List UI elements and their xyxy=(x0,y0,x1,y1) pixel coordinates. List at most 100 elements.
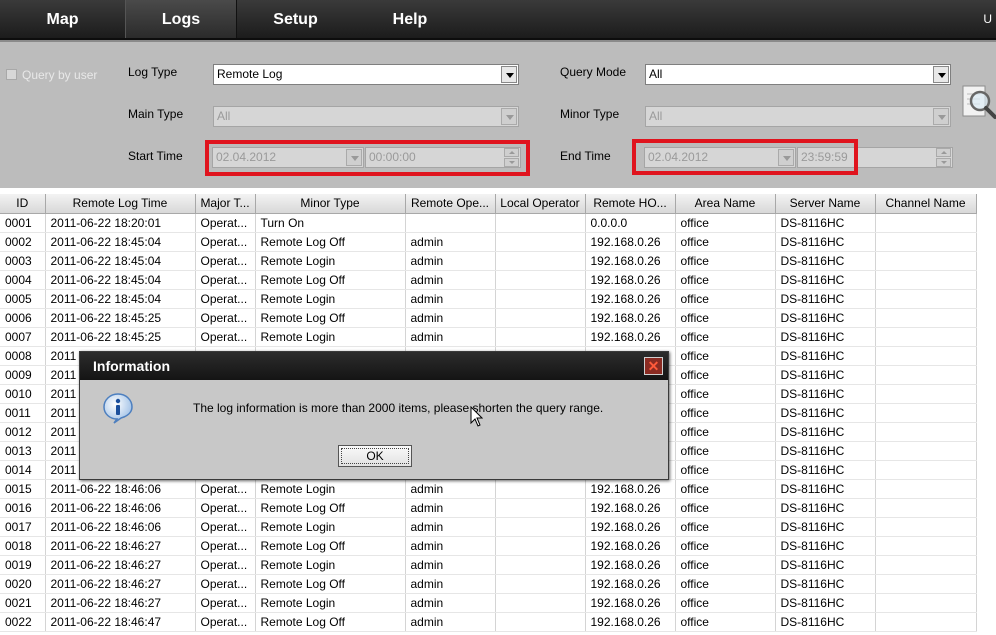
table-cell xyxy=(875,289,977,309)
table-cell: Remote Login xyxy=(255,517,406,537)
table-cell xyxy=(495,308,586,328)
table-row[interactable]: 0019 2011-06-22 18:46:27 Operat... Remote L… xyxy=(0,555,977,575)
minor-type-select[interactable]: All xyxy=(645,106,951,127)
table-cell xyxy=(495,479,586,499)
ok-button[interactable]: OK xyxy=(338,445,412,467)
query-panel: Query by user Log Type Remote Log Query … xyxy=(0,40,996,188)
chevron-down-icon[interactable] xyxy=(933,66,949,83)
nav-tab-map[interactable]: Map xyxy=(0,0,125,38)
table-cell xyxy=(875,536,977,556)
query-mode-select[interactable]: All xyxy=(645,64,951,85)
column-header[interactable]: ID xyxy=(0,194,46,214)
table-cell: DS-8116HC xyxy=(775,574,876,594)
nav-tab-help[interactable]: Help xyxy=(354,0,466,38)
table-cell: 0016 xyxy=(0,498,46,518)
query-by-user-checkbox[interactable] xyxy=(6,69,17,80)
table-cell: admin xyxy=(405,479,496,499)
column-header[interactable]: Server Name xyxy=(775,194,876,214)
table-row[interactable]: 0017 2011-06-22 18:46:06 Operat... Remote L… xyxy=(0,517,977,537)
table-cell: 2011-06-22 18:45:04 xyxy=(45,270,196,290)
table-cell: 192.168.0.26 xyxy=(585,536,676,556)
column-header[interactable]: Remote Log Time xyxy=(45,194,196,214)
table-row[interactable]: 0006 2011-06-22 18:45:25 Operat... Remote L… xyxy=(0,308,977,328)
table-cell: 192.168.0.26 xyxy=(585,289,676,309)
column-header[interactable]: Remote HO... xyxy=(585,194,676,214)
table-row[interactable]: 0007 2011-06-22 18:45:25 Operat... Remote L… xyxy=(0,327,977,347)
nav-tab-setup[interactable]: Setup xyxy=(237,0,354,38)
table-cell: DS-8116HC xyxy=(775,479,876,499)
table-cell: 0004 xyxy=(0,270,46,290)
table-cell: 0.0.0.0 xyxy=(585,213,676,233)
table-cell: 2011-06-22 18:45:25 xyxy=(45,327,196,347)
table-cell: 192.168.0.26 xyxy=(585,327,676,347)
table-cell xyxy=(495,498,586,518)
table-cell: office xyxy=(675,403,776,423)
dialog-message: The log information is more than 2000 it… xyxy=(193,401,604,415)
table-row[interactable]: 0015 2011-06-22 18:46:06 Operat... Remote L… xyxy=(0,479,977,499)
table-row[interactable]: 0021 2011-06-22 18:46:27 Operat... Remote L… xyxy=(0,593,977,613)
table-row[interactable]: 0016 2011-06-22 18:46:06 Operat... Remote L… xyxy=(0,498,977,518)
table-cell: 2011-06-22 18:46:47 xyxy=(45,612,196,632)
nav-tab-logs[interactable]: Logs xyxy=(125,0,237,38)
table-cell xyxy=(875,232,977,252)
table-row[interactable]: 0005 2011-06-22 18:45:04 Operat... Remote L… xyxy=(0,289,977,309)
table-cell xyxy=(875,365,977,385)
column-header[interactable]: Major T... xyxy=(195,194,256,214)
column-header[interactable]: Remote Ope... xyxy=(405,194,496,214)
table-cell: office xyxy=(675,555,776,575)
table-cell: office xyxy=(675,593,776,613)
table-cell: Operat... xyxy=(195,574,256,594)
column-header[interactable]: Minor Type xyxy=(255,194,406,214)
table-cell: office xyxy=(675,365,776,385)
chevron-down-icon xyxy=(933,108,949,125)
table-cell: 192.168.0.26 xyxy=(585,232,676,252)
table-cell: 0001 xyxy=(0,213,46,233)
table-cell: admin xyxy=(405,289,496,309)
table-cell: admin xyxy=(405,270,496,290)
table-cell: DS-8116HC xyxy=(775,612,876,632)
log-type-select[interactable]: Remote Log xyxy=(213,64,519,85)
chevron-down-icon[interactable] xyxy=(501,66,517,83)
table-row[interactable]: 0002 2011-06-22 18:45:04 Operat... Remote L… xyxy=(0,232,977,252)
column-header[interactable]: Local Operator xyxy=(495,194,586,214)
top-navigation-bar: Map Logs Setup Help U xyxy=(0,0,996,40)
table-cell xyxy=(495,213,586,233)
table-cell: 2011-06-22 18:46:27 xyxy=(45,574,196,594)
table-cell: DS-8116HC xyxy=(775,327,876,347)
query-mode-label: Query Mode xyxy=(560,65,627,79)
table-cell: 0021 xyxy=(0,593,46,613)
log-type-value: Remote Log xyxy=(217,67,283,81)
table-row[interactable]: 0001 2011-06-22 18:20:01 Operat... Turn On 0… xyxy=(0,213,977,233)
table-cell: Operat... xyxy=(195,289,256,309)
table-cell: office xyxy=(675,612,776,632)
close-icon[interactable]: ✕ xyxy=(644,357,663,375)
table-row[interactable]: 0004 2011-06-22 18:45:04 Operat... Remote L… xyxy=(0,270,977,290)
column-header[interactable]: Channel Name xyxy=(875,194,977,214)
main-type-select[interactable]: All xyxy=(213,106,519,127)
spin-down-icon xyxy=(936,158,951,167)
start-time-label: Start Time xyxy=(128,149,183,163)
table-cell xyxy=(495,517,586,537)
table-cell: 0019 xyxy=(0,555,46,575)
mouse-cursor-icon xyxy=(470,406,483,427)
spin-up-icon xyxy=(936,148,951,157)
table-cell: Operat... xyxy=(195,498,256,518)
table-cell: office xyxy=(675,346,776,366)
table-row[interactable]: 0020 2011-06-22 18:46:27 Operat... Remote L… xyxy=(0,574,977,594)
table-row[interactable]: 0003 2011-06-22 18:45:04 Operat... Remote L… xyxy=(0,251,977,271)
table-row[interactable]: 0018 2011-06-22 18:46:27 Operat... Remote L… xyxy=(0,536,977,556)
table-cell: Remote Login xyxy=(255,289,406,309)
table-row[interactable]: 0022 2011-06-22 18:46:47 Operat... Remote L… xyxy=(0,612,977,632)
column-header[interactable]: Area Name xyxy=(675,194,776,214)
search-button[interactable] xyxy=(960,82,996,124)
table-cell: DS-8116HC xyxy=(775,232,876,252)
table-cell: DS-8116HC xyxy=(775,441,876,461)
table-cell: Operat... xyxy=(195,251,256,271)
table-cell: DS-8116HC xyxy=(775,460,876,480)
table-cell: 192.168.0.26 xyxy=(585,479,676,499)
table-cell: 2011-06-22 18:46:27 xyxy=(45,593,196,613)
end-time-highlight xyxy=(632,139,858,175)
table-cell: admin xyxy=(405,536,496,556)
start-time-highlight xyxy=(205,140,530,176)
table-cell xyxy=(875,308,977,328)
